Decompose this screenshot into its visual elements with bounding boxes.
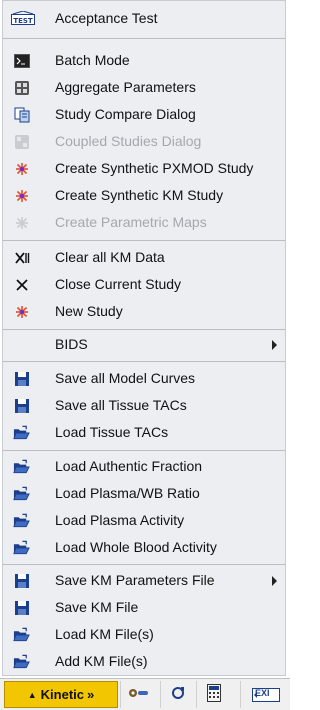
compare-icon [13,106,30,123]
coupled-icon [13,133,30,150]
menu-item-close-current-study[interactable]: Close Current Study [3,271,285,298]
menu-item-label: Save KM File [55,599,139,615]
menu-item-coupled-studies-dialog: Coupled Studies Dialog [3,128,285,155]
menu-item-label: Load Tissue TACs [55,424,169,440]
menu-item-load-km-files[interactable]: Load KM File(s) [3,621,285,648]
aggregate-icon [13,79,30,96]
exit-icon: EXI [252,687,280,702]
kinetic-label: Kinetic [40,687,85,702]
tool-button-3[interactable] [196,681,231,708]
open-folder-icon [13,626,30,643]
open-folder-icon [13,485,30,502]
clear-all-icon [13,249,30,266]
menu-item-label: Acceptance Test [55,10,158,26]
menu-item-label: Coupled Studies Dialog [55,133,202,149]
circle-icon [170,685,186,704]
menu-item-label: New Study [55,303,123,319]
exit-label: EXI [255,688,270,698]
menu-separator [3,240,285,241]
tool-button-1[interactable] [120,681,155,708]
menu-item-clear-all-km-data[interactable]: Clear all KM Data [3,244,285,271]
exit-button[interactable]: EXI [240,681,291,708]
menu-item-save-all-model-curves[interactable]: Save all Model Curves [3,365,285,392]
open-folder-icon [13,512,30,529]
menu-item-label: Create Synthetic PXMOD Study [55,160,254,176]
menu-item-label: Close Current Study [55,276,182,292]
menu-item-new-study[interactable]: New Study [3,298,285,325]
submenu-arrow-icon [272,576,277,586]
menu-item-label: Load KM File(s) [55,626,154,642]
open-folder-icon [13,653,30,670]
open-folder-icon [13,424,30,441]
kinetic-menu-button[interactable]: ▲ Kinetic » [4,681,118,708]
spark-icon [13,187,30,204]
floppy-icon [13,397,30,414]
spark-icon [13,160,30,177]
floppy-icon [13,599,30,616]
menu-item-label: Load Plasma Activity [55,512,185,528]
menu-item-label: Create Synthetic KM Study [55,187,224,203]
calculator-icon [207,684,221,705]
menu-separator [3,38,285,39]
menu-item-load-whole-blood-activity[interactable]: Load Whole Blood Activity [3,534,285,561]
menu-item-label: Load Whole Blood Activity [55,539,217,555]
menu-item-label: Save KM Parameters File [55,572,215,588]
menu-item-save-km-file[interactable]: Save KM File [3,594,285,621]
close-icon [13,276,30,293]
menu-item-label: Load Plasma/WB Ratio [55,485,200,501]
menu-item-label: Batch Mode [55,52,130,68]
test-icon: TEST [11,10,35,27]
menu-item-label: Save all Tissue TACs [55,397,187,413]
menu-item-create-synthetic-pxmod-study[interactable]: Create Synthetic PXMOD Study [3,155,285,182]
menu-item-acceptance-test[interactable]: TEST Acceptance Test [3,5,285,32]
menu-item-load-tissue-tacs[interactable]: Load Tissue TACs [3,419,285,446]
kinetic-dropdown-menu: TEST Acceptance Test Batch Mode Aggregat… [2,0,286,676]
gear-chain-icon [127,686,149,703]
open-folder-icon [13,539,30,556]
menu-item-load-plasma-wb-ratio[interactable]: Load Plasma/WB Ratio [3,480,285,507]
menu-separator [3,564,285,565]
menu-item-label: Clear all KM Data [55,249,165,265]
menu-item-batch-mode[interactable]: Batch Mode [3,47,285,74]
caret-up-icon: ▲ [27,689,37,700]
svg-text:TEST: TEST [13,17,33,25]
open-folder-icon [13,458,30,475]
menu-separator [3,329,285,330]
floppy-icon [13,572,30,589]
menu-item-add-km-files[interactable]: Add KM File(s) [3,648,285,675]
taskbar: ▲ Kinetic » EXI [0,678,290,710]
menu-item-label: Create Parametric Maps [55,214,207,230]
menu-item-save-km-parameters-file[interactable]: Save KM Parameters File [3,567,285,594]
menu-item-bids[interactable]: BIDS [3,331,285,358]
menu-item-study-compare-dialog[interactable]: Study Compare Dialog [3,101,285,128]
spark-icon [13,303,30,320]
menu-item-label: Aggregate Parameters [55,79,196,95]
menu-item-load-authentic-fraction[interactable]: Load Authentic Fraction [3,453,285,480]
menu-separator [3,361,285,362]
double-chevron-icon: » [87,687,95,702]
terminal-icon [13,52,30,69]
floppy-icon [13,370,30,387]
spark-icon [13,214,30,231]
menu-item-aggregate-parameters[interactable]: Aggregate Parameters [3,74,285,101]
menu-item-label: Save all Model Curves [55,370,196,386]
menu-item-save-all-tissue-tacs[interactable]: Save all Tissue TACs [3,392,285,419]
menu-item-label: Study Compare Dialog [55,106,196,122]
menu-item-create-synthetic-km-study[interactable]: Create Synthetic KM Study [3,182,285,209]
submenu-arrow-icon [272,340,277,350]
menu-item-create-parametric-maps: Create Parametric Maps [3,209,285,236]
menu-item-label: Add KM File(s) [55,653,148,669]
tool-button-2[interactable] [160,681,195,708]
menu-item-label: BIDS [55,336,88,352]
menu-separator [3,450,285,451]
menu-item-load-plasma-activity[interactable]: Load Plasma Activity [3,507,285,534]
menu-item-label: Load Authentic Fraction [55,458,203,474]
